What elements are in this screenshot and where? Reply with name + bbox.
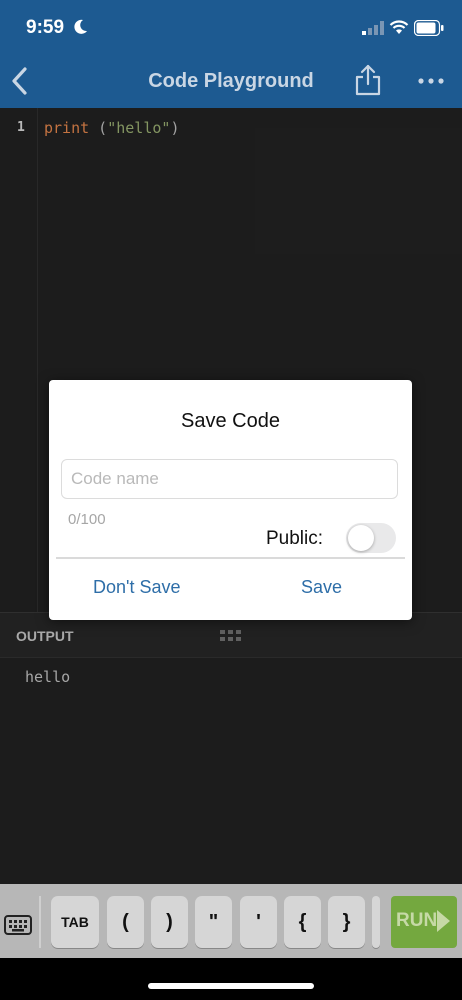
save-button[interactable]: Save <box>301 577 342 598</box>
toggle-knob <box>348 525 374 551</box>
dialog-title: Save Code <box>181 410 280 432</box>
share-icon[interactable] <box>354 64 382 96</box>
key-close-brace[interactable]: } <box>328 896 365 948</box>
dialog-divider <box>56 557 405 559</box>
wifi-icon <box>389 20 409 34</box>
key-close-paren[interactable]: ) <box>151 896 188 948</box>
keyboard-separator <box>39 896 41 948</box>
key-partial[interactable] <box>372 896 380 948</box>
cellular-signal-icon <box>362 21 384 35</box>
key-double-quote[interactable]: " <box>195 896 232 948</box>
more-horizontal-icon[interactable] <box>418 78 444 84</box>
play-arrow-icon <box>437 910 450 932</box>
key-tab[interactable]: TAB <box>51 896 99 948</box>
save-code-dialog: Save Code 0/100 Public: Don't Save Save <box>49 380 412 620</box>
public-toggle[interactable] <box>346 523 396 553</box>
key-single-quote[interactable]: ' <box>240 896 277 948</box>
code-name-input[interactable] <box>61 459 398 499</box>
key-open-paren[interactable]: ( <box>107 896 144 948</box>
home-indicator[interactable] <box>148 983 314 989</box>
home-indicator-area <box>0 958 462 1000</box>
battery-icon <box>414 20 444 36</box>
run-label: RUN <box>396 910 438 931</box>
public-label: Public: <box>266 528 324 549</box>
status-time: 9:59 <box>26 17 65 38</box>
keyboard-icon[interactable] <box>4 908 32 942</box>
page-title: Code Playground <box>148 70 314 92</box>
character-counter: 0/100 <box>68 511 106 528</box>
moon-icon <box>74 19 87 34</box>
run-button[interactable]: RUN <box>391 896 457 948</box>
key-open-brace[interactable]: { <box>284 896 321 948</box>
dont-save-button[interactable]: Don't Save <box>93 577 181 598</box>
navigation-bar: 9:59 Code Playground <box>0 0 462 108</box>
